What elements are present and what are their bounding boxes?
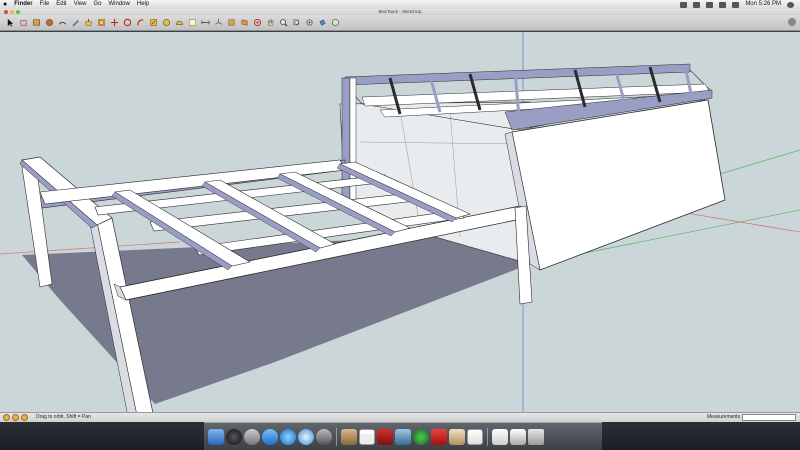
measurements-input[interactable] <box>742 414 796 421</box>
zoom-tool[interactable] <box>279 18 288 27</box>
menu-edit[interactable]: Edit <box>56 0 66 9</box>
preview-icon[interactable] <box>449 428 465 445</box>
user-icon[interactable] <box>21 414 28 421</box>
scale-tool[interactable] <box>149 18 158 27</box>
bed-rack-model <box>0 32 800 412</box>
menu-file[interactable]: File <box>40 0 50 9</box>
window-title: Bed Rack - SketchUp <box>378 9 422 14</box>
desktop-bottom <box>0 422 800 450</box>
dashboard-icon[interactable] <box>226 428 242 445</box>
arc-tool[interactable] <box>58 18 67 27</box>
status-hint: Drag to orbit. Shift = Pan <box>36 414 91 420</box>
battery-icon[interactable] <box>732 2 740 8</box>
app-store-icon[interactable] <box>262 428 278 445</box>
finder-icon[interactable] <box>208 428 224 445</box>
menu-help[interactable]: Help <box>137 0 149 9</box>
address-book-icon[interactable] <box>341 428 357 445</box>
sketchup-icon[interactable] <box>431 428 447 445</box>
rotate-tool[interactable] <box>123 18 132 27</box>
textedit-icon[interactable] <box>467 428 483 445</box>
axes-tool[interactable] <box>214 18 223 27</box>
credits-icon[interactable] <box>12 414 19 421</box>
downloads-icon[interactable] <box>510 428 526 445</box>
protractor-tool[interactable] <box>175 18 184 27</box>
volume-icon[interactable] <box>719 2 727 8</box>
measurements-label: Measurements <box>707 414 741 420</box>
circle-tool[interactable] <box>45 18 54 27</box>
bluetooth-icon[interactable] <box>693 2 701 8</box>
system-preferences-icon[interactable] <box>316 428 332 445</box>
select-tool[interactable] <box>6 18 15 27</box>
menu-view[interactable]: View <box>74 0 87 9</box>
iphoto-icon[interactable] <box>395 428 411 445</box>
menu-go[interactable]: Go <box>94 0 102 9</box>
section-plane-tool[interactable] <box>240 18 249 27</box>
dock <box>204 422 602 450</box>
photo-booth-icon[interactable] <box>377 428 393 445</box>
itunes-icon[interactable] <box>280 428 296 445</box>
close-window-icon[interactable] <box>4 10 8 14</box>
time-machine-icon[interactable] <box>680 2 688 8</box>
time-machine-icon[interactable] <box>413 428 429 445</box>
dock-separator <box>336 427 337 446</box>
drawing-viewport[interactable] <box>0 32 800 412</box>
3d-text-tool[interactable] <box>227 18 236 27</box>
walk-tool[interactable] <box>331 18 340 27</box>
rectangle-tool[interactable] <box>32 18 41 27</box>
cab-side-panel <box>511 99 726 271</box>
zoom-window-tool[interactable] <box>292 18 301 27</box>
paint-bucket-tool[interactable] <box>318 18 327 27</box>
text-tool[interactable] <box>188 18 197 27</box>
ical-icon[interactable] <box>359 428 375 445</box>
minimize-window-icon[interactable] <box>10 10 14 14</box>
wifi-icon[interactable] <box>706 2 714 8</box>
spotlight-icon[interactable] <box>787 2 794 8</box>
documents-icon[interactable] <box>492 428 508 445</box>
pan-tool[interactable] <box>266 18 275 27</box>
geo-location-icon[interactable] <box>3 414 10 421</box>
pencil-tool[interactable] <box>71 18 80 27</box>
offset-tool[interactable] <box>97 18 106 27</box>
dimension-tool[interactable] <box>201 18 210 27</box>
dock-separator <box>487 427 488 446</box>
app-menu-finder[interactable]: Finder <box>14 0 32 9</box>
zoom-window-icon[interactable] <box>16 10 20 14</box>
move-tool[interactable] <box>110 18 119 27</box>
safari-icon[interactable] <box>298 428 314 445</box>
follow-me-tool[interactable] <box>136 18 145 27</box>
launchpad-icon[interactable] <box>244 428 260 445</box>
orbit-tool[interactable] <box>253 18 262 27</box>
tool-palette <box>0 15 800 31</box>
push-pull-tool[interactable] <box>84 18 93 27</box>
apple-menu-icon[interactable]: ● <box>3 0 7 9</box>
menubar-clock[interactable]: Mon 5:26 PM <box>745 0 781 9</box>
trash-icon[interactable] <box>528 428 544 445</box>
tape-measure-tool[interactable] <box>162 18 171 27</box>
toolbar-toggle-icon[interactable] <box>788 18 796 26</box>
eraser-tool[interactable] <box>19 18 28 27</box>
menu-window[interactable]: Window <box>109 0 130 9</box>
zoom-extents-tool[interactable] <box>305 18 314 27</box>
